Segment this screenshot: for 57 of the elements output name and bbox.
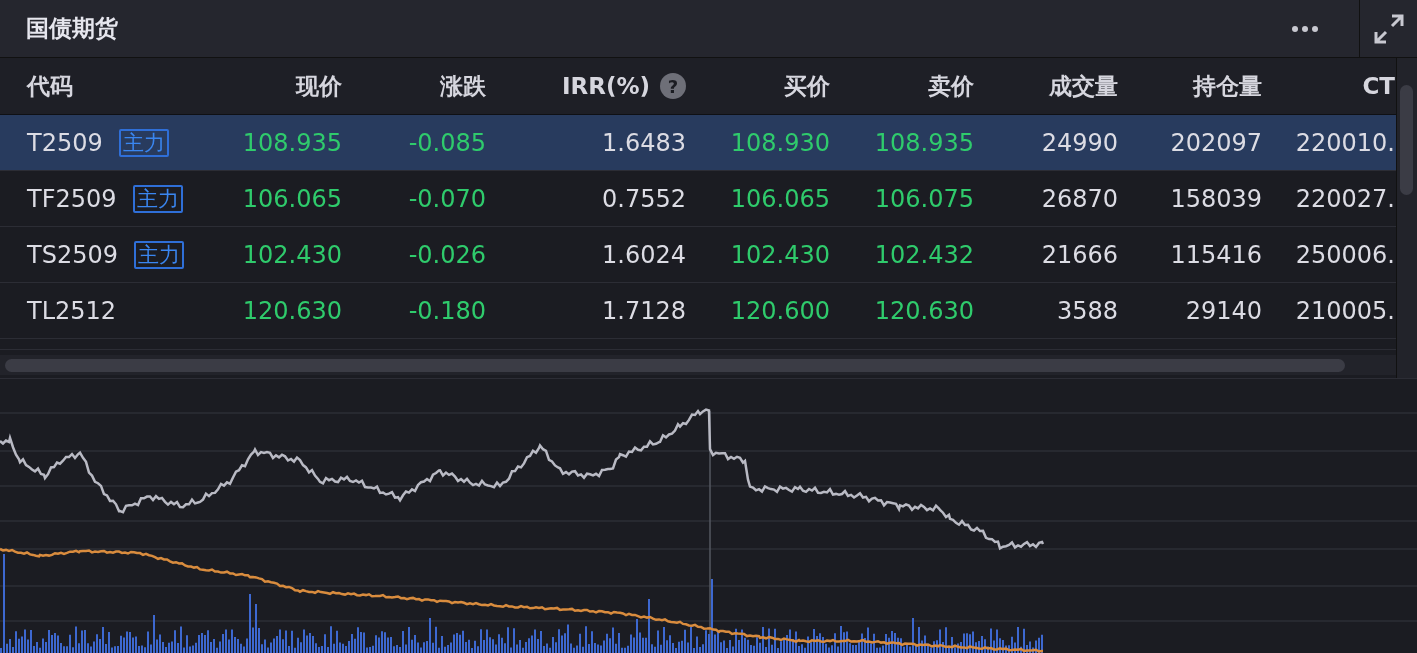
column-header[interactable]: CT (1362, 73, 1395, 99)
expand-icon[interactable] (1374, 13, 1404, 44)
table-row[interactable]: TF2509 主力 106.065 -0.070 0.7552 106.065 106.075 26870 158039 220027. (0, 171, 1396, 227)
table-row[interactable]: TS2509 主力 102.430 -0.026 1.6024 102.430 102.432 21666 115416 250006. (0, 227, 1396, 283)
scrollbar-thumb[interactable] (5, 358, 1345, 372)
table-cell-text: 108.935 (873, 128, 974, 157)
table-cell-text: 120.630 (873, 296, 974, 325)
table-cell-text: 202097 (1169, 128, 1262, 157)
table-cell-text: 29140 (1184, 296, 1262, 325)
table-cell-text: 115416 (1169, 240, 1262, 269)
table-cell-text: 0.7552 (601, 184, 686, 213)
table-cell-text: 102.432 (873, 240, 974, 269)
table-cell-text: 1.6024 (601, 240, 686, 269)
table-cell-text: 1.6483 (601, 128, 686, 157)
table-cell-text: -0.085 (407, 128, 486, 157)
table-cell-text: 3588 (1055, 296, 1118, 325)
table-cell-text: 102.430 (729, 240, 830, 269)
column-header[interactable]: 代码 (27, 70, 73, 102)
table-cell-text: 220010. (1294, 128, 1395, 157)
contract-code: TS2509 (27, 240, 118, 269)
table-cell-text: -0.070 (407, 184, 486, 213)
table-cell-text: 24990 (1040, 128, 1118, 157)
column-header[interactable]: 卖价 (928, 70, 974, 102)
contract-code: TF2509 (27, 184, 117, 213)
table-cell-text: 106.065 (729, 184, 830, 213)
table-cell-text: 120.630 (241, 296, 342, 325)
panel-title: 国债期货 (25, 14, 119, 43)
table-cell-text: -0.026 (407, 240, 486, 269)
table-cell-text: 108.930 (729, 128, 830, 157)
column-header[interactable]: 买价 (784, 70, 830, 102)
table-row[interactable]: TL2512 120.630 -0.180 1.7128 120.600 120.630 3588 29140 210005. (0, 283, 1396, 339)
table-cell-text: 220027. (1294, 184, 1395, 213)
column-header[interactable]: 现价 (296, 70, 342, 102)
table-cell-text: 106.075 (873, 184, 974, 213)
main-contract-tag: 主力 (134, 240, 184, 269)
table-cell-text: 210005. (1294, 296, 1395, 325)
table-cell-text: 26870 (1040, 184, 1118, 213)
main-contract-tag: 主力 (132, 184, 183, 213)
table-cell-text: 158039 (1169, 184, 1262, 213)
more-icon[interactable] (1291, 24, 1319, 33)
table-row[interactable]: T2509 主力 108.935 -0.085 1.6483 108.930 108.935 24990 202097 220010. (0, 115, 1396, 171)
table-cell-text: 250006. (1294, 240, 1395, 269)
contract-code: T2509 (27, 128, 103, 157)
column-header[interactable]: 涨跌 (440, 70, 486, 102)
table-cell-text: 21666 (1040, 240, 1118, 269)
table-cell-text: 102.430 (241, 240, 342, 269)
column-header[interactable]: 持仓量 (1193, 70, 1262, 102)
main-contract-tag: 主力 (118, 128, 169, 157)
table-cell-text: 108.935 (241, 128, 342, 157)
table-cell-text: 106.065 (241, 184, 342, 213)
scrollbar-thumb[interactable] (1400, 85, 1413, 195)
table-cell-text: 1.7128 (601, 296, 686, 325)
contract-code: TL2512 (27, 296, 117, 325)
table-cell-text: -0.180 (407, 296, 486, 325)
column-header[interactable]: 成交量 (1049, 70, 1118, 102)
column-header[interactable]: IRR(%) (561, 73, 650, 99)
table-cell-text: 120.600 (729, 296, 830, 325)
